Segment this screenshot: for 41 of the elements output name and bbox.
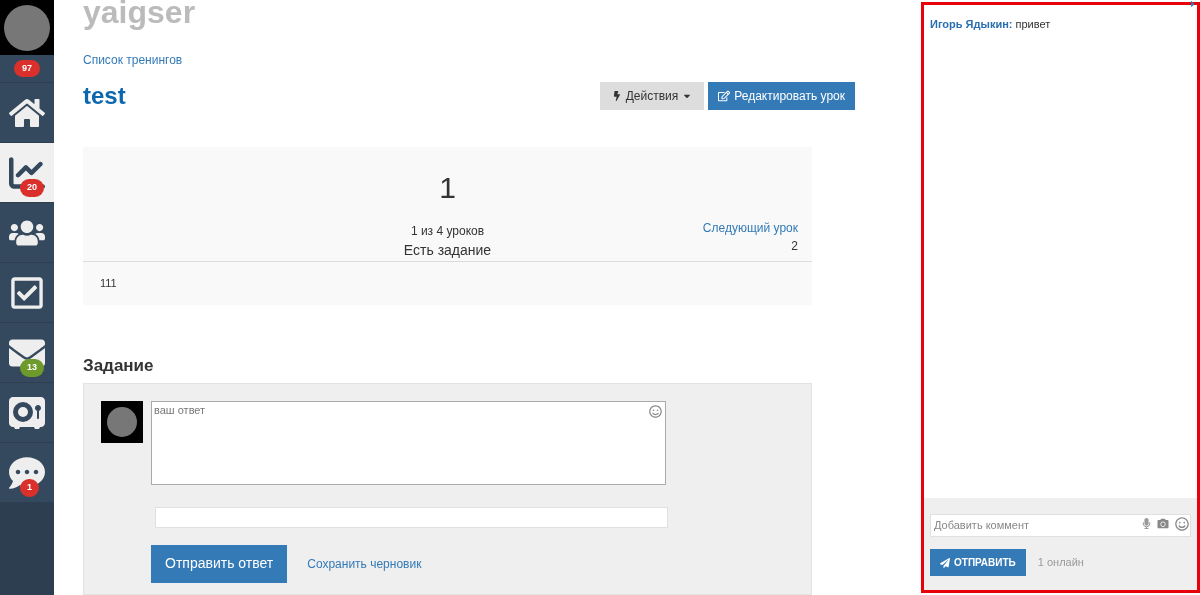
online-count: 1 онлайн [1037,555,1084,571]
camera-icon[interactable] [1157,518,1169,529]
breadcrumb-link[interactable]: Список тренингов [83,51,855,69]
comment-field[interactable]: Добавить коммент [930,513,1191,537]
send-button[interactable]: ОТПРАВИТЬ [930,549,1026,576]
avatar [101,400,143,443]
paper-plane-icon [940,557,950,568]
task-heading: Задание [83,355,155,377]
count-badge: 20 [20,179,44,197]
notification-badge: 97 [14,59,40,78]
chat-message: Игорь Ядыкин: привет [930,17,1052,32]
checkbox-icon [9,274,45,311]
sidebar-item[interactable]: 20 [0,143,54,203]
avatar[interactable] [4,4,50,51]
sidebar-item[interactable] [0,263,54,323]
sidebar-item[interactable] [0,203,54,263]
text-field[interactable] [155,506,668,528]
save-draft-link[interactable]: Сохранить черновик [307,554,422,573]
sidebar-item[interactable]: 1 [0,443,54,503]
task-status: Есть задание [403,241,492,260]
lightning-icon [611,91,622,101]
sidebar-item[interactable]: 13 [0,323,54,383]
answer-field[interactable]: ваш ответ [151,400,666,485]
lesson-number: 1 [439,170,456,206]
microphone-icon[interactable] [1142,518,1151,529]
next-lesson-number: 2 [791,238,798,255]
site-title: yaigser [83,0,197,28]
next-lesson-link[interactable]: Следующий урок [702,219,798,237]
count-badge: 13 [20,359,44,377]
sidebar-item[interactable] [0,383,54,443]
safe-icon [9,394,45,431]
lesson-title: test [83,81,126,111]
sidebar-item[interactable] [0,83,54,143]
emoji-icon[interactable] [1175,516,1189,531]
edit-icon [718,90,731,102]
actions-button[interactable]: Действия [599,82,705,110]
emoji-icon[interactable] [649,404,662,418]
lesson-content: 111 [100,276,117,292]
submit-answer-button[interactable]: Отправить ответ [151,544,288,583]
lesson-count-text: 1 из 4 уроков [410,223,485,240]
edit-lesson-button[interactable]: Редактировать урок [708,82,855,110]
